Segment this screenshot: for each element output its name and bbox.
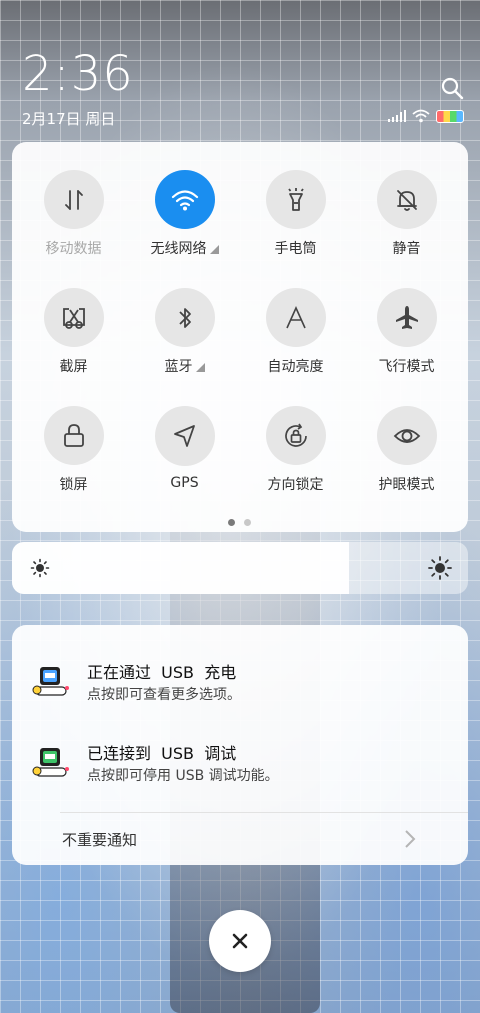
tile-airplane[interactable]: 飞行模式 (351, 288, 462, 376)
tile-location-arrow[interactable]: GPS (129, 406, 240, 494)
notification-title: 已连接到 USB 调试 (87, 744, 237, 763)
notification-text: 点按即可停用 USB 调试功能。 (87, 768, 279, 784)
notification-usb-debugging[interactable]: 已连接到 USB 调试 点按即可停用 USB 调试功能。 (12, 734, 468, 794)
tile-label: 移动数据 (46, 238, 102, 258)
tile-label: 护眼模式 (379, 474, 435, 494)
tile-wifi[interactable]: 无线网络 (129, 170, 240, 258)
tile-label-text: 静音 (392, 241, 421, 257)
wifi-icon (171, 188, 199, 212)
tile-label-text: 无线网络 (150, 241, 207, 257)
tile-toggle-button[interactable] (154, 288, 215, 347)
clear-notifications-button[interactable] (209, 910, 271, 972)
tile-label-text: 蓝牙 (164, 359, 193, 375)
tile-label-text: 截屏 (59, 359, 88, 375)
expand-indicator-icon (195, 363, 205, 372)
brightness-low-icon (30, 558, 50, 578)
tile-screenshot[interactable]: 截屏 (18, 288, 129, 376)
tile-label-text: GPS (170, 475, 199, 491)
wifi-icon (412, 109, 430, 123)
signal-icon (388, 110, 406, 122)
tile-label-text: 方向锁定 (267, 477, 324, 493)
notification-title: 正在通过 USB 充电 (87, 663, 237, 682)
unimportant-notifications-row[interactable]: 不重要通知 (12, 813, 468, 865)
mute-bell-icon (394, 187, 420, 213)
screenshot-icon (60, 305, 88, 331)
page-dot (244, 519, 251, 526)
tile-flashlight[interactable]: 手电筒 (240, 170, 351, 258)
tile-label: 无线网络 (151, 238, 219, 258)
location-arrow-icon (172, 423, 198, 449)
flashlight-icon (283, 187, 309, 213)
tile-toggle-button[interactable] (43, 406, 104, 465)
tile-bluetooth[interactable]: 蓝牙 (129, 288, 240, 376)
tile-label: 自动亮度 (268, 356, 324, 376)
tile-lock[interactable]: 锁屏 (18, 406, 129, 494)
lock-icon (62, 423, 86, 449)
tile-toggle-button[interactable] (265, 406, 326, 465)
tile-label-text: 锁屏 (59, 477, 88, 493)
chevron-right-icon (405, 830, 416, 848)
close-icon (232, 933, 248, 949)
airplane-icon (394, 305, 420, 331)
battery-icon (436, 109, 464, 123)
tile-label: 蓝牙 (165, 356, 205, 376)
tile-label: 飞行模式 (379, 356, 435, 376)
tile-label-text: 移动数据 (45, 241, 102, 257)
notification-usb-charging[interactable]: 正在通过 USB 充电 点按即可查看更多选项。 (12, 653, 468, 713)
quick-settings-grid: 移动数据 无线网络 手电筒 静音截屏 蓝牙 自动亮度 飞行模式锁屏 GPS 方向锁定 护眼模式 (12, 170, 468, 494)
auto-brightness-icon (283, 305, 309, 331)
usb-debug-app-icon (32, 748, 69, 777)
tile-toggle-button[interactable] (265, 170, 326, 229)
tile-toggle-button[interactable] (376, 170, 437, 229)
tile-label: 静音 (393, 238, 421, 258)
tile-label-text: 手电筒 (274, 241, 317, 257)
tile-toggle-button[interactable] (265, 288, 326, 347)
rotation-lock-icon (282, 422, 310, 450)
tile-toggle-button[interactable] (43, 288, 104, 347)
tile-toggle-button[interactable] (43, 170, 104, 229)
usb-app-icon (32, 667, 69, 696)
brightness-slider-fill (12, 542, 350, 594)
search-icon[interactable] (440, 76, 464, 100)
tile-label: 手电筒 (275, 238, 317, 258)
tile-rotation-lock[interactable]: 方向锁定 (240, 406, 351, 494)
tile-eye[interactable]: 护眼模式 (351, 406, 462, 494)
bluetooth-icon (173, 305, 197, 331)
expand-indicator-icon (209, 245, 219, 254)
tile-auto-brightness[interactable]: 自动亮度 (240, 288, 351, 376)
notification-card: 正在通过 USB 充电 点按即可查看更多选项。 已连接到 USB 调试 点按即可… (12, 625, 468, 865)
eye-icon (393, 425, 421, 447)
notification-text: 点按即可查看更多选项。 (87, 687, 241, 703)
tile-label: 锁屏 (60, 474, 88, 494)
tile-mute-bell[interactable]: 静音 (351, 170, 462, 258)
tile-label-text: 护眼模式 (378, 477, 435, 493)
page-dot-active (228, 519, 235, 526)
tile-label-text: 飞行模式 (378, 359, 435, 375)
clock-date: 2月17日 周日 (22, 110, 116, 128)
page-indicator (228, 519, 251, 526)
quick-settings-panel: 移动数据 无线网络 手电筒 静音截屏 蓝牙 自动亮度 飞行模式锁屏 GPS 方向锁定 护眼模式 (12, 142, 468, 532)
tile-toggle-button[interactable] (376, 288, 437, 347)
tile-label: 截屏 (60, 356, 88, 376)
mobile-data-icon (61, 187, 87, 213)
tile-label: GPS (170, 475, 198, 491)
clock-time: 2:36 (22, 46, 134, 102)
status-icons (388, 109, 464, 123)
brightness-slider[interactable] (12, 542, 468, 594)
unimportant-notifications-label: 不重要通知 (62, 831, 138, 849)
tile-toggle-button[interactable] (154, 406, 215, 466)
tile-toggle-button[interactable] (376, 406, 437, 465)
tile-mobile-data[interactable]: 移动数据 (18, 170, 129, 258)
tile-toggle-button[interactable] (154, 170, 215, 229)
brightness-high-icon (428, 556, 452, 580)
tile-label: 方向锁定 (268, 474, 324, 494)
tile-label-text: 自动亮度 (267, 359, 324, 375)
